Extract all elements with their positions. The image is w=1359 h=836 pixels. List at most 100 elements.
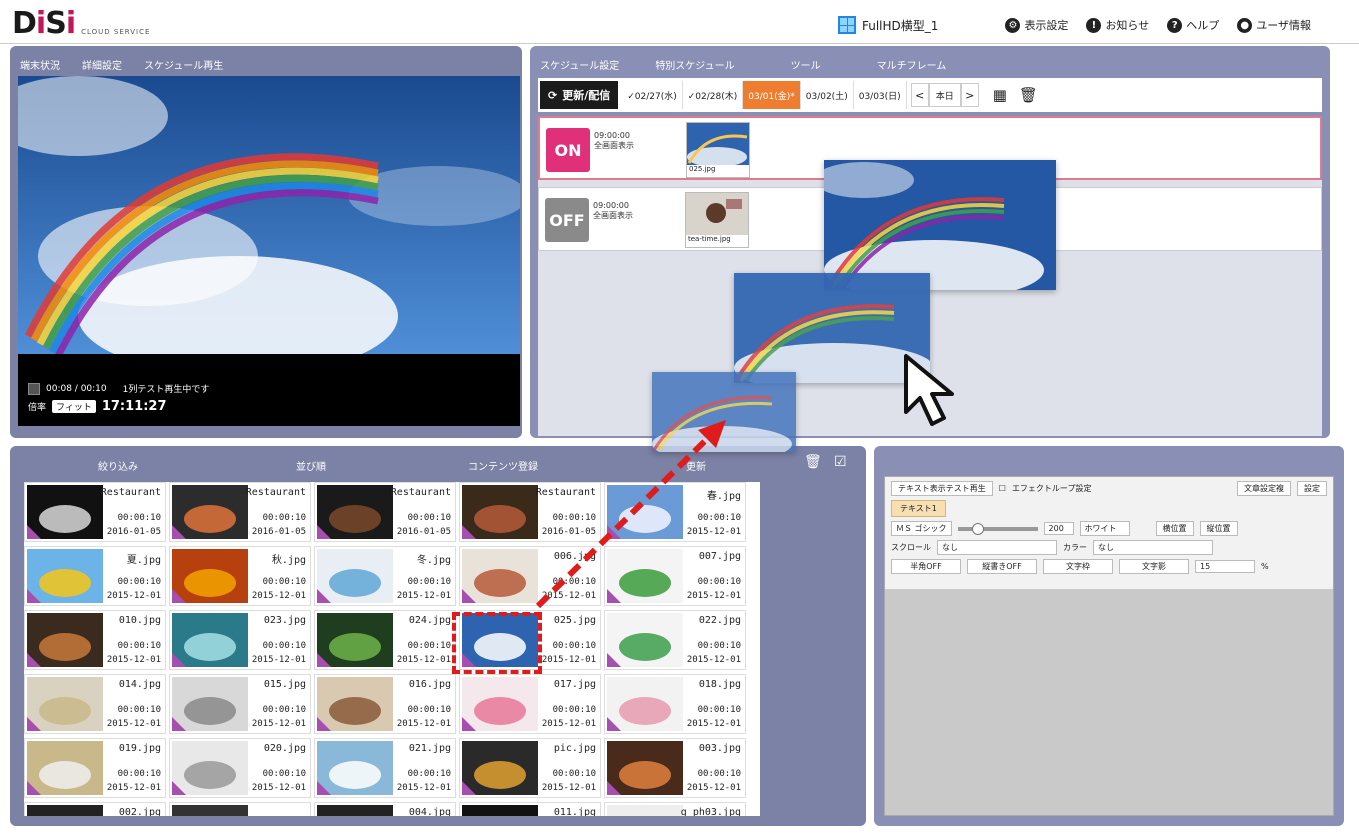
date-tab[interactable]: 03/03(日) bbox=[854, 81, 907, 109]
device-selector[interactable]: FullHD横型_1 bbox=[838, 16, 938, 34]
schedule-time: 09:00:00 bbox=[593, 201, 629, 210]
update-deliver-button[interactable]: ⟳ 更新/配信 bbox=[540, 81, 619, 109]
tab-tools[interactable]: ツール bbox=[791, 57, 821, 72]
content-item[interactable]: 004.jpg bbox=[314, 802, 456, 816]
content-item[interactable]: Restaurant 00:00:10 2016-01-05 bbox=[24, 482, 166, 542]
schedule-thumb[interactable]: 025.jpg bbox=[686, 122, 750, 178]
size-slider[interactable] bbox=[957, 522, 1038, 535]
calendar-icon[interactable]: ▦ bbox=[993, 86, 1007, 104]
trash-icon[interactable]: 🗑 bbox=[804, 454, 822, 472]
content-item[interactable]: 023.jpg 00:00:10 2015-12-01 bbox=[169, 610, 311, 670]
content-item[interactable]: 024.jpg 00:00:10 2015-12-01 bbox=[314, 610, 456, 670]
content-item[interactable]: 019.jpg 00:00:10 2015-12-01 bbox=[24, 738, 166, 798]
content-duration: 00:00:10 bbox=[552, 705, 596, 715]
content-date: 2015-12-01 bbox=[396, 591, 451, 601]
content-date: 2015-12-01 bbox=[541, 783, 596, 793]
display-settings-link[interactable]: ⚙ 表示設定 bbox=[1005, 17, 1068, 33]
tab-filter[interactable]: 絞り込み bbox=[98, 458, 138, 473]
device-name: FullHD横型_1 bbox=[862, 18, 939, 33]
content-item[interactable]: 002.jpg bbox=[24, 802, 166, 816]
scale-select[interactable]: フィット bbox=[52, 400, 96, 413]
schedule-thumb[interactable]: tea-time.jpg bbox=[685, 192, 749, 248]
content-item[interactable]: Restaurant 00:00:10 2016-01-05 bbox=[314, 482, 456, 542]
tab-text1[interactable]: テキスト1 bbox=[891, 500, 946, 517]
content-thumbnail bbox=[172, 805, 248, 816]
content-date: 2015-12-01 bbox=[251, 591, 306, 601]
content-name: 022.jpg bbox=[698, 615, 741, 626]
tab-terminal-status[interactable]: 端末状況 bbox=[20, 57, 60, 72]
copy-settings-button[interactable]: 文章設定複 bbox=[1237, 481, 1291, 496]
tab-special-schedule[interactable]: 特別スケジュール bbox=[655, 57, 734, 72]
content-date: 2015-12-01 bbox=[396, 719, 451, 729]
shadow-input[interactable]: 15 bbox=[1195, 560, 1255, 573]
tab-sort[interactable]: 並び順 bbox=[296, 458, 326, 473]
help-link[interactable]: ? ヘルプ bbox=[1167, 17, 1219, 33]
content-name: pic.jpg bbox=[553, 743, 596, 754]
next-button[interactable]: > bbox=[960, 83, 979, 107]
effect-loop-checkbox[interactable]: ☐ bbox=[999, 484, 1006, 493]
content-duration: 00:00:10 bbox=[117, 641, 161, 651]
size-input[interactable]: 200 bbox=[1043, 522, 1074, 535]
content-item[interactable]: 011.jpg bbox=[459, 802, 601, 816]
date-tab[interactable]: ✓02/28(木) bbox=[683, 81, 744, 109]
tab-register[interactable]: コンテンツ登録 bbox=[468, 458, 538, 473]
date-tab-active[interactable]: 03/01(金)* bbox=[743, 81, 801, 109]
scroll-select[interactable]: なし bbox=[937, 540, 1057, 555]
today-button[interactable]: 本日 bbox=[928, 83, 961, 107]
content-item[interactable]: 秋.jpg 00:00:10 2015-12-01 bbox=[169, 546, 311, 606]
content-item[interactable]: 016.jpg 00:00:10 2015-12-01 bbox=[314, 674, 456, 734]
content-item[interactable]: 003.jpg 00:00:10 2015-12-01 bbox=[604, 738, 746, 798]
content-name: 017.jpg bbox=[553, 679, 596, 690]
content-name: 019.jpg bbox=[118, 743, 161, 754]
date-tab[interactable]: 03/02(土) bbox=[801, 81, 854, 109]
text-frame-button[interactable]: 文字枠 bbox=[1043, 559, 1113, 574]
slider-knob[interactable] bbox=[971, 522, 984, 535]
tab-schedule-settings[interactable]: スケジュール設定 bbox=[540, 57, 619, 72]
content-duration: 00:00:10 bbox=[117, 705, 161, 715]
text-settings-panel: テキスト表示テスト再生 ☐ エフェクトループ設定 文章設定複 設定 テキスト1 … bbox=[874, 446, 1344, 826]
vertical-write-button[interactable]: 縦書きOFF bbox=[967, 559, 1037, 574]
content-item[interactable] bbox=[169, 802, 311, 816]
halfwidth-button[interactable]: 半角OFF bbox=[891, 559, 961, 574]
content-item[interactable]: 014.jpg 00:00:10 2015-12-01 bbox=[24, 674, 166, 734]
text-test-play-button[interactable]: テキスト表示テスト再生 bbox=[891, 481, 993, 496]
content-thumbnail bbox=[462, 805, 538, 816]
font-select[interactable]: ＭＳ ゴシック bbox=[891, 521, 952, 536]
pause-button[interactable] bbox=[28, 382, 40, 395]
check-all-icon[interactable]: ☑ bbox=[834, 454, 852, 472]
content-item[interactable]: 017.jpg 00:00:10 2015-12-01 bbox=[459, 674, 601, 734]
tab-schedule-play[interactable]: スケジュール再生 bbox=[144, 57, 223, 72]
date-tab[interactable]: ✓02/27(水) bbox=[622, 81, 683, 109]
text-shadow-button[interactable]: 文字影 bbox=[1119, 559, 1189, 574]
content-item[interactable]: Restaurant 00:00:10 2016-01-05 bbox=[169, 482, 311, 542]
content-item[interactable]: 021.jpg 00:00:10 2015-12-01 bbox=[314, 738, 456, 798]
content-date: 2016-01-05 bbox=[251, 527, 306, 537]
notice-link[interactable]: ! お知らせ bbox=[1086, 17, 1149, 33]
content-item[interactable]: g_ph03.jpg bbox=[604, 802, 746, 816]
tab-multiframe[interactable]: マルチフレーム bbox=[877, 57, 947, 72]
content-item[interactable]: 冬.jpg 00:00:10 2015-12-01 bbox=[314, 546, 456, 606]
content-name: g_ph03.jpg bbox=[680, 807, 741, 816]
image-type-icon bbox=[172, 525, 186, 539]
content-name: 冬.jpg bbox=[416, 555, 451, 566]
content-item[interactable]: 022.jpg 00:00:10 2015-12-01 bbox=[604, 610, 746, 670]
content-item[interactable]: 010.jpg 00:00:10 2015-12-01 bbox=[24, 610, 166, 670]
schedule-time: 09:00:00 bbox=[594, 131, 630, 140]
user-info-link[interactable]: ● ユーザ情報 bbox=[1237, 17, 1311, 33]
content-item[interactable]: 015.jpg 00:00:10 2015-12-01 bbox=[169, 674, 311, 734]
trash-icon[interactable]: 🗑 bbox=[1019, 86, 1038, 104]
set-button[interactable]: 設定 bbox=[1297, 481, 1327, 496]
content-name: 010.jpg bbox=[118, 615, 161, 626]
tab-detail-settings[interactable]: 詳細設定 bbox=[82, 57, 122, 72]
disi-logo: DiSi CLOUD SERVICE bbox=[12, 9, 150, 39]
color2-select[interactable]: なし bbox=[1093, 540, 1213, 555]
prev-button[interactable]: < bbox=[910, 83, 929, 107]
content-item[interactable]: 018.jpg 00:00:10 2015-12-01 bbox=[604, 674, 746, 734]
content-item[interactable]: 夏.jpg 00:00:10 2015-12-01 bbox=[24, 546, 166, 606]
vertical-pos-button[interactable]: 縦位置 bbox=[1199, 521, 1238, 536]
horizontal-pos-button[interactable]: 横位置 bbox=[1155, 521, 1194, 536]
content-name: Restaurant bbox=[100, 487, 161, 498]
color-select[interactable]: ホワイト bbox=[1079, 521, 1130, 536]
content-item[interactable]: pic.jpg 00:00:10 2015-12-01 bbox=[459, 738, 601, 798]
content-item[interactable]: 020.jpg 00:00:10 2015-12-01 bbox=[169, 738, 311, 798]
